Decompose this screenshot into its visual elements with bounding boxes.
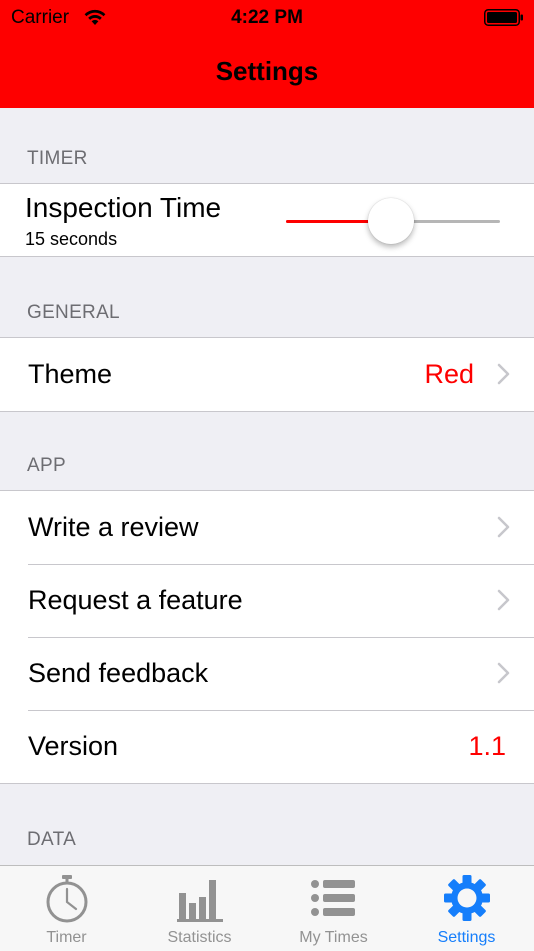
tab-label: Timer [46, 929, 87, 946]
tab-bar: Timer Statistics My Times Settings [0, 865, 534, 951]
inspection-time-label: Inspection Time [25, 192, 222, 223]
version-label: Version [28, 731, 119, 761]
version-value: 1.1 [468, 731, 506, 761]
battery-icon [484, 9, 523, 26]
chevron-right-icon [497, 589, 510, 611]
tab-timer[interactable]: Timer [0, 866, 133, 951]
send-feedback-row[interactable]: Send feedback [0, 637, 534, 710]
status-bar: Carrier 4:22 PM [0, 0, 534, 36]
theme-value: Red [424, 359, 474, 389]
chevron-right-icon [497, 516, 510, 538]
stopwatch-icon [46, 875, 88, 923]
section-header-app: APP [27, 455, 66, 476]
theme-row[interactable]: Theme Red [0, 338, 534, 411]
theme-label: Theme [28, 359, 113, 389]
clock: 4:22 PM [231, 7, 303, 28]
chevron-right-icon [497, 363, 510, 385]
app-group: Write a review Request a feature Send fe… [0, 490, 534, 784]
section-header-timer: TIMER [27, 148, 88, 169]
bar-chart-icon [177, 880, 223, 922]
inspection-time-slider[interactable] [286, 198, 500, 244]
gear-icon [444, 875, 490, 921]
tab-label: Settings [437, 929, 496, 946]
tab-statistics[interactable]: Statistics [133, 866, 266, 951]
slider-thumb[interactable] [368, 198, 414, 244]
general-group: Theme Red [0, 337, 534, 412]
tab-settings[interactable]: Settings [400, 866, 533, 951]
navigation-header: Carrier 4:22 PM Settings [0, 0, 534, 108]
version-row: Version 1.1 [0, 710, 534, 783]
timer-group: Inspection Time 15 seconds [0, 183, 534, 257]
tab-label: Statistics [167, 929, 232, 946]
write-review-row[interactable]: Write a review [0, 491, 534, 564]
request-feature-row[interactable]: Request a feature [0, 564, 534, 637]
send-feedback-label: Send feedback [28, 658, 209, 688]
inspection-time-row: Inspection Time 15 seconds [0, 184, 534, 256]
tab-label: My Times [299, 929, 368, 946]
inspection-time-value: 15 seconds [25, 229, 118, 249]
write-review-label: Write a review [28, 512, 199, 542]
tab-my-times[interactable]: My Times [267, 866, 400, 951]
section-header-data: DATA [27, 829, 77, 850]
section-header-general: GENERAL [27, 302, 120, 323]
request-feature-label: Request a feature [28, 585, 243, 615]
chevron-right-icon [497, 662, 510, 684]
page-title: Settings [215, 56, 319, 86]
list-icon [311, 880, 355, 916]
